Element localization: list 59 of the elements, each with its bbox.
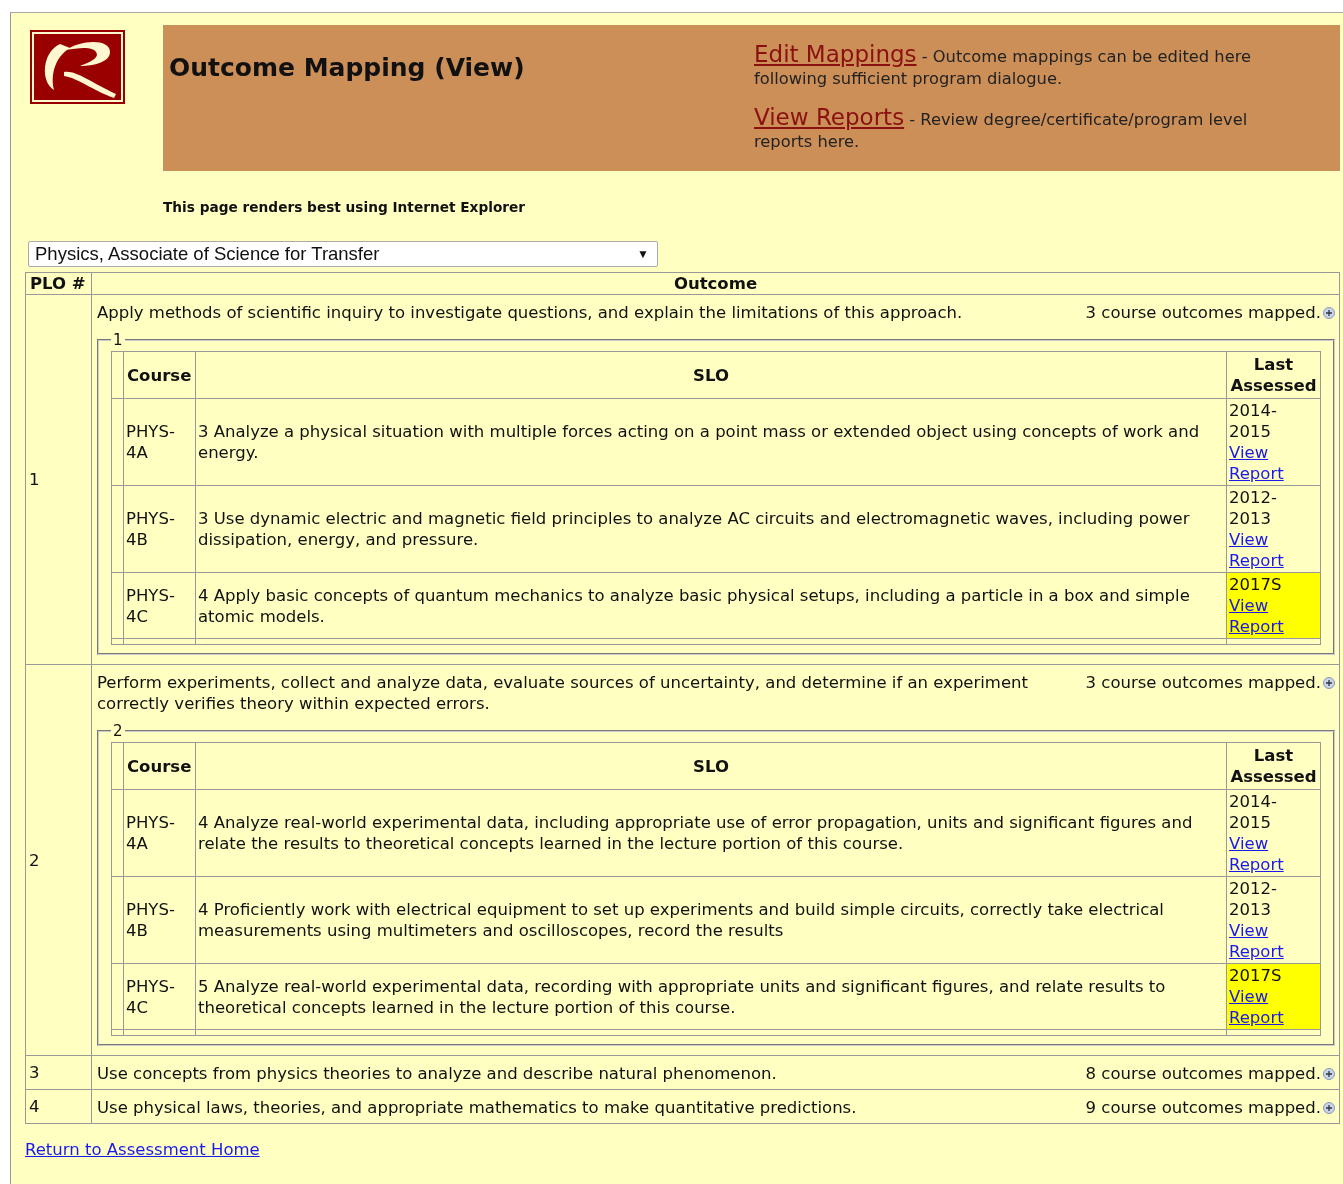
assessed-term: 2017S xyxy=(1229,574,1283,595)
slo-cell: 4 Apply basic concepts of quantum mechanics to analyze basic physical setups, including a particle in a box and simple atomic models. xyxy=(195,572,1227,639)
column-header: PLO # xyxy=(25,272,92,295)
course-cell: PHYS-4A xyxy=(123,789,196,877)
mapped-count: 8 course outcomes mapped. xyxy=(1085,1063,1321,1084)
expand-icon[interactable] xyxy=(1323,1067,1335,1080)
plo-number: 2 xyxy=(25,664,92,1056)
header-link[interactable]: View Reports xyxy=(754,104,905,130)
column-header: SLO xyxy=(195,351,1227,399)
course-cell: PHYS-4A xyxy=(123,398,196,486)
view-report-link[interactable]: View Report xyxy=(1229,529,1318,571)
outcome-text: Use concepts from physics theories to analyze and describe natural phenomenon. xyxy=(97,1063,777,1084)
group-legend: 2 xyxy=(111,724,125,738)
group-legend: 1 xyxy=(111,333,125,347)
course-cell: PHYS-4C xyxy=(123,963,196,1030)
outcome-text: Use physical laws, theories, and appropriate mathematics to make quantitative predictions. xyxy=(97,1097,857,1118)
plo-number: 3 xyxy=(25,1055,92,1090)
assessed-term: 2012-2013 xyxy=(1229,487,1278,529)
course-cell: PHYS-4B xyxy=(123,485,196,573)
mapped-count: 3 course outcomes mapped. xyxy=(1085,672,1321,693)
assessed-term: 2014-2015 xyxy=(1229,400,1278,442)
assessed-term: 2012-2013 xyxy=(1229,878,1278,920)
mapped-count: 9 course outcomes mapped. xyxy=(1085,1097,1321,1118)
assessed-term: 2017S xyxy=(1229,965,1283,986)
slo-cell: 4 Analyze real-world experimental data, including appropriate use of error propagation, units and significant figures and relate the results to theoretical concepts learned in the lecture portion of this course. xyxy=(195,789,1227,877)
header-link[interactable]: Edit Mappings xyxy=(754,41,917,67)
program-select[interactable]: Physics, Associate of Science for Transfer ▼ xyxy=(28,241,658,267)
column-header: Outcome xyxy=(91,272,1340,295)
slo-cell: 5 Analyze real-world experimental data, recording with appropriate units and significant figures, and relate results to theoretical concepts learned in the lecture portion of this course. xyxy=(195,963,1227,1030)
view-report-link[interactable]: View Report xyxy=(1229,595,1318,637)
column-header: SLO xyxy=(195,742,1227,790)
column-header: Course xyxy=(123,742,196,790)
outcome-text: Apply methods of scientific inquiry to investigate questions, and explain the limitations of this approach. xyxy=(97,302,963,323)
course-cell: PHYS-4B xyxy=(123,876,196,964)
mapped-count: 3 course outcomes mapped. xyxy=(1085,302,1321,323)
expand-icon[interactable] xyxy=(1323,1101,1335,1114)
browser-note: This page renders best using Internet Explorer xyxy=(163,199,527,215)
link-description: Edit Mappings - Outcome mappings can be edited here following sufficient program dialogue. xyxy=(754,43,1253,90)
view-report-link[interactable]: View Report xyxy=(1229,986,1318,1028)
view-report-link[interactable]: View Report xyxy=(1229,442,1318,484)
return-link[interactable]: Return to Assessment Home xyxy=(25,1140,260,1159)
column-header: Last Assessed xyxy=(1226,351,1321,399)
view-report-link[interactable]: View Report xyxy=(1229,920,1318,962)
column-header: Last Assessed xyxy=(1226,742,1321,790)
slo-cell: 3 Analyze a physical situation with multiple forces acting on a point mass or extended object using concepts of work and energy. xyxy=(195,398,1227,486)
slo-cell: 3 Use dynamic electric and magnetic field principles to analyze AC circuits and electromagnetic waves, including power dissipation, energy, and pressure. xyxy=(195,485,1227,573)
course-cell: PHYS-4C xyxy=(123,572,196,639)
assessed-term: 2014-2015 xyxy=(1229,791,1278,833)
outcome-text: Perform experiments, collect and analyze data, evaluate sources of uncertainty, and determine if an experiment correctly verifies theory within expected errors. xyxy=(97,672,1030,714)
column-header: Course xyxy=(123,351,196,399)
page-title: Outcome Mapping (View) xyxy=(169,53,525,84)
expand-icon[interactable] xyxy=(1323,306,1335,319)
logo-icon xyxy=(30,30,125,104)
view-report-link[interactable]: View Report xyxy=(1229,833,1318,875)
expand-icon[interactable] xyxy=(1323,676,1335,689)
slo-cell: 4 Proficiently work with electrical equipment to set up experiments and build simple circuits, correctly take electrical measurements using multimeters and oscilloscopes, record the results xyxy=(195,876,1227,964)
link-description: View Reports - Review degree/certificate/program level reports here. xyxy=(754,106,1249,153)
plo-number: 1 xyxy=(25,294,92,665)
plo-number: 4 xyxy=(25,1089,92,1124)
